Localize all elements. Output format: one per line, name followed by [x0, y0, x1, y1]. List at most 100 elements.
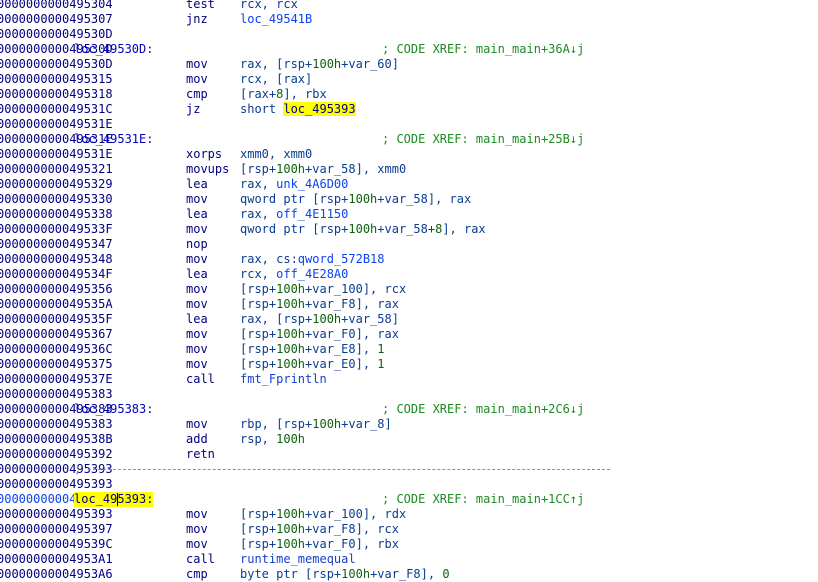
line-address: 000000000049533F	[0, 222, 113, 236]
disasm-line[interactable]: 0000000000495392 retn	[0, 447, 818, 462]
instruction-mnemonic: movups	[186, 162, 230, 176]
line-address: 0000000000495392	[0, 447, 113, 461]
line-address: 0000000000495375	[0, 357, 113, 371]
code-label[interactable]: loc_495383:	[74, 402, 153, 417]
instruction-mnemonic: mov	[186, 192, 208, 206]
disasm-line[interactable]: 000000000049536C mov [rsp+100h+var_E8], 1	[0, 342, 818, 357]
disasm-line[interactable]: 0000000000495383 mov rbp, [rsp+100h+var_8]	[0, 417, 818, 432]
separator-semicolon: ;	[74, 462, 82, 476]
line-address: 0000000000495393	[0, 477, 113, 491]
disasm-line[interactable]: 000000000049533F mov qword ptr [rsp+100h+v…	[0, 222, 818, 237]
disasm-line[interactable]: 0000000000495397 mov [rsp+100h+var_F8], rc…	[0, 522, 818, 537]
instruction-mnemonic: nop	[186, 237, 208, 251]
instruction-mnemonic: mov	[186, 297, 208, 311]
instruction-mnemonic: mov	[186, 417, 208, 431]
disasm-line[interactable]: 0000000000495367 mov [rsp+100h+var_F0], ra…	[0, 327, 818, 342]
instruction-mnemonic: call	[186, 372, 215, 386]
disasm-line[interactable]: 0000000000495348 mov rax, cs:qword_572B18	[0, 252, 818, 267]
instruction-operands: [rsp+100h+var_F8], rcx	[240, 522, 399, 536]
disasm-line[interactable]: 000000000049538B add rsp, 100h	[0, 432, 818, 447]
instruction-operands: [rsp+100h+var_F8], rax	[240, 297, 399, 311]
disasm-line[interactable]: 0000000000495347 nop	[0, 237, 818, 252]
disasm-line[interactable]: 0000000000495383 loc_495383:; CODE XREF: …	[0, 402, 818, 417]
instruction-operands: rax, off_4E1150	[240, 207, 349, 221]
line-address: 000000000049530D	[0, 27, 113, 41]
line-address: 0000000000495393	[0, 507, 113, 521]
disasm-line[interactable]: 0000000000495321 movups [rsp+100h+var_58],…	[0, 162, 818, 177]
instruction-mnemonic: retn	[186, 447, 215, 461]
disasm-line[interactable]: 00000000004953A6 cmp byte ptr [rsp+100h+va…	[0, 567, 818, 582]
line-address: 000000000049530D	[0, 57, 113, 71]
instruction-operands: rcx, [rax]	[240, 72, 313, 86]
disasm-line[interactable]: 0000000000495356 mov [rsp+100h+var_100], r…	[0, 282, 818, 297]
line-address: 0000000000495383	[0, 417, 113, 431]
disasm-line[interactable]: 0000000000495393 mov [rsp+100h+var_100], r…	[0, 507, 818, 522]
instruction-operands: rcx, rcx	[240, 0, 298, 11]
instruction-operands: rbp, [rsp+100h+var_8]	[240, 417, 392, 431]
disasm-line[interactable]: 0000000000495318 cmp [rax+8], rbx	[0, 87, 818, 102]
instruction-mnemonic: mov	[186, 222, 208, 236]
disasm-line[interactable]: 0000000000495315 mov rcx, [rax]	[0, 72, 818, 87]
disasm-line[interactable]: 000000000049531C jz short loc_495393	[0, 102, 818, 117]
disasm-line[interactable]: 0000000000495329 lea rax, unk_4A6D00	[0, 177, 818, 192]
line-address: 0000000000495318	[0, 87, 113, 101]
call-target[interactable]: runtime_memequal	[240, 552, 356, 567]
code-label[interactable]: loc_49530D:	[74, 42, 153, 57]
disasm-line[interactable]: 000000000049531E xorps xmm0, xmm0	[0, 147, 818, 162]
xref-comment: ; CODE XREF: main_main+1CC↑j	[382, 492, 585, 506]
disasm-line[interactable]: 000000000049537E call fmt_Fprintln	[0, 372, 818, 387]
disasm-line[interactable]: 0000000000495393 loc_495393:; CODE XREF: …	[0, 492, 818, 507]
line-address: 0000000000495315	[0, 72, 113, 86]
disasm-line[interactable]: 000000000049539C mov [rsp+100h+var_F0], rb…	[0, 537, 818, 552]
instruction-operands: byte ptr [rsp+100h+var_F8], 0	[240, 567, 450, 581]
disasm-line[interactable]: 000000000049530D mov rax, [rsp+100h+var_60…	[0, 57, 818, 72]
instruction-mnemonic: test	[186, 0, 215, 11]
disasm-line[interactable]: 000000000049531E loc_49531E:; CODE XREF: …	[0, 132, 818, 147]
disasm-line[interactable]: 0000000000495307 jnz loc_49541B	[0, 12, 818, 27]
disasm-line[interactable]: 0000000000495393;	[0, 462, 818, 477]
disasm-line[interactable]: 000000000049535F lea rax, [rsp+100h+var_58…	[0, 312, 818, 327]
instruction-mnemonic: cmp	[186, 87, 208, 101]
instruction-mnemonic: mov	[186, 522, 208, 536]
instruction-mnemonic: mov	[186, 282, 208, 296]
disasm-line[interactable]: 0000000000495304 test rcx, rcx	[0, 0, 818, 12]
disasm-line[interactable]: 0000000000495375 mov [rsp+100h+var_E0], 1	[0, 357, 818, 372]
line-address: 000000000049534F	[0, 267, 113, 281]
instruction-operands: short loc_495393	[240, 102, 356, 116]
line-address: 000000000049531E	[0, 147, 113, 161]
instruction-mnemonic: mov	[186, 327, 208, 341]
line-address: 0000000000495338	[0, 207, 113, 221]
xref-comment: ; CODE XREF: main_main+25B↓j	[382, 132, 585, 146]
disasm-line[interactable]: 00000000004953A1 call runtime_memequal	[0, 552, 818, 567]
call-target[interactable]: fmt_Fprintln	[240, 372, 327, 387]
line-address: 0000000000495383	[0, 387, 113, 401]
line-address: 0000000000495347	[0, 237, 113, 251]
disasm-line[interactable]: 000000000049530D loc_49530D:; CODE XREF: …	[0, 42, 818, 57]
instruction-mnemonic: lea	[186, 312, 208, 326]
instruction-mnemonic: jz	[186, 102, 201, 116]
instruction-mnemonic: mov	[186, 357, 208, 371]
instruction-mnemonic: jnz	[186, 12, 208, 26]
disasm-line[interactable]: 000000000049534F lea rcx, off_4E28A0	[0, 267, 818, 282]
instruction-mnemonic: mov	[186, 342, 208, 356]
line-address: 000000000049531E	[0, 117, 113, 131]
code-label[interactable]: loc_495393:	[74, 492, 154, 507]
disasm-line[interactable]: 0000000000495383	[0, 387, 818, 402]
instruction-mnemonic: mov	[186, 507, 208, 521]
disasm-line[interactable]: 0000000000495393	[0, 477, 818, 492]
disasm-line[interactable]: 0000000000495338 lea rax, off_4E1150	[0, 207, 818, 222]
disasm-line[interactable]: 000000000049530D	[0, 27, 818, 42]
xref-comment: ; CODE XREF: main_main+36A↓j	[382, 42, 585, 56]
disasm-line[interactable]: 000000000049535A mov [rsp+100h+var_F8], ra…	[0, 297, 818, 312]
disassembly-listing[interactable]: 0000000000495304 test rcx, rcx 000000000049…	[0, 0, 818, 581]
disasm-line[interactable]: 0000000000495330 mov qword ptr [rsp+100h+v…	[0, 192, 818, 207]
line-address: 000000000049538B	[0, 432, 113, 446]
xref-comment: ; CODE XREF: main_main+2C6↓j	[382, 402, 585, 416]
instruction-operands: rcx, off_4E28A0	[240, 267, 349, 281]
line-address: 0000000000495304	[0, 0, 113, 11]
code-label[interactable]: loc_49531E:	[74, 132, 153, 147]
instruction-mnemonic: lea	[186, 267, 208, 281]
instruction-operands: [rsp+100h+var_F0], rax	[240, 327, 399, 341]
disasm-line[interactable]: 000000000049531E	[0, 117, 818, 132]
line-address: 0000000000495356	[0, 282, 113, 296]
